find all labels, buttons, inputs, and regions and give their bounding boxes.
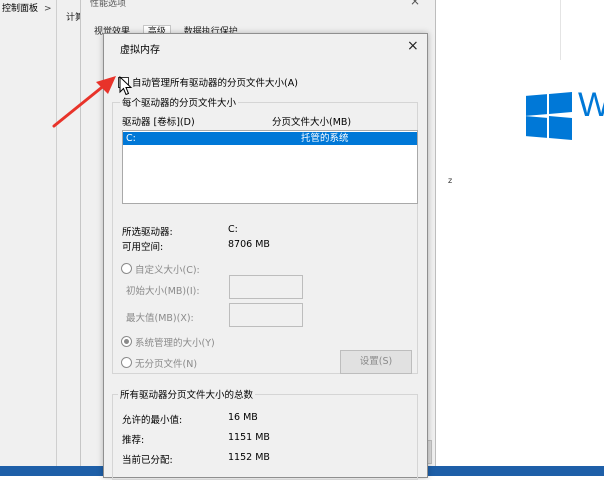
column-header-drive: 驱动器 [卷标](D) xyxy=(122,117,195,128)
mouse-cursor-icon xyxy=(119,76,133,96)
set-button[interactable]: 设置(S) xyxy=(340,350,412,374)
free-space-value: 8706 MB xyxy=(228,239,270,250)
max-size-input[interactable] xyxy=(229,303,303,327)
chevron-right-icon: > xyxy=(44,4,52,14)
column-header-size: 分页文件大小(MB) xyxy=(272,117,352,128)
windows-wordmark: W xyxy=(578,86,604,124)
selected-drive-value: C: xyxy=(228,224,238,235)
no-paging-label[interactable]: 无分页文件(N) xyxy=(135,356,197,370)
list-item[interactable]: C: 托管的系统 xyxy=(123,132,417,145)
current-value: 1152 MB xyxy=(228,452,270,463)
close-icon[interactable]: × xyxy=(410,0,420,8)
drive-list[interactable]: C: 托管的系统 xyxy=(122,130,418,204)
windows-logo-icon xyxy=(526,91,572,141)
min-allowed-value: 16 MB xyxy=(228,412,258,423)
max-size-label: 最大值(MB)(X): xyxy=(126,313,194,324)
auto-manage-label[interactable]: 自动管理所有驱动器的分页文件大小(A) xyxy=(132,75,298,89)
total-size-group-title: 所有驱动器分页文件大小的总数 xyxy=(118,387,256,401)
background-text: z xyxy=(448,176,453,185)
system-managed-radio[interactable] xyxy=(121,336,132,347)
breadcrumb-label: 控制面板 xyxy=(2,4,39,14)
custom-size-radio[interactable] xyxy=(121,263,132,274)
performance-options-title: 性能选项 xyxy=(90,0,127,9)
initial-size-label: 初始大小(MB)(I): xyxy=(126,286,200,297)
drive-paging-size: 托管的系统 xyxy=(301,133,349,144)
custom-size-label[interactable]: 自定义大小(C): xyxy=(135,262,200,276)
current-label: 当前已分配: xyxy=(122,455,173,466)
recommended-label: 推荐: xyxy=(122,435,145,446)
drive-letter: C: xyxy=(126,133,136,144)
selected-drive-label: 所选驱动器: xyxy=(122,227,173,238)
no-paging-radio[interactable] xyxy=(121,357,132,368)
paging-file-group-title: 每个驱动器的分页文件大小 xyxy=(120,95,239,109)
dialog-title: 虚拟内存 xyxy=(120,45,160,56)
divider xyxy=(560,0,561,60)
system-managed-label[interactable]: 系统管理的大小(Y) xyxy=(135,335,215,349)
virtual-memory-dialog: 虚拟内存 × 自动管理所有驱动器的分页文件大小(A) 每个驱动器的分页文件大小 … xyxy=(103,33,428,480)
free-space-label: 可用空间: xyxy=(122,242,164,253)
close-icon[interactable]: × xyxy=(407,38,419,54)
recommended-value: 1151 MB xyxy=(228,432,270,443)
initial-size-input[interactable] xyxy=(229,275,303,299)
annotation-arrow-icon xyxy=(52,76,116,128)
min-allowed-label: 允许的最小值: xyxy=(122,415,183,426)
